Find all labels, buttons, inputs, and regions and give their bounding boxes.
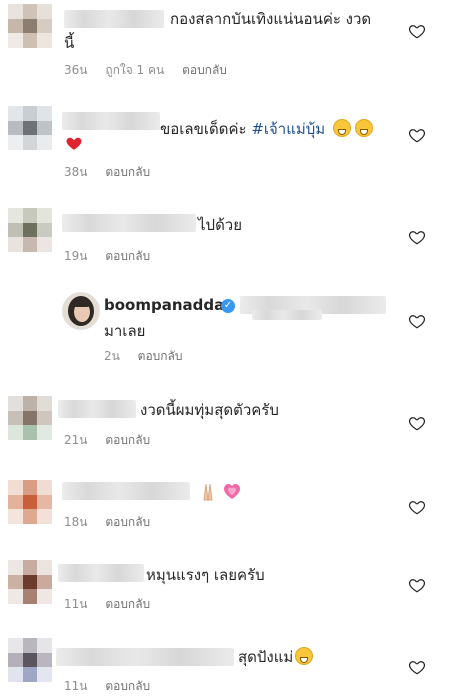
comment-6: 18น ตอบกลับ xyxy=(0,474,450,544)
comment-1: กองสลากบันเทิงแน่นอนค่ะ งวด นี้ 36น ถูกใ… xyxy=(0,0,450,96)
comment-7: หมุนแรงๆ เลยครับ 11น ตอบกลับ xyxy=(0,554,450,630)
heart-icon[interactable] xyxy=(408,658,426,676)
comment-text: กองสลากบันเทิงแน่นอนค่ะ งวด xyxy=(170,10,372,28)
comment-text: ไปด้วย xyxy=(198,216,243,234)
blurred-username[interactable] xyxy=(62,482,190,500)
comment-text: ขอเลขเด็ดค่ะ #เจ้าแม่บุ้ม xyxy=(160,118,374,140)
grinning-face-emoji xyxy=(333,119,352,137)
blurred-mention[interactable] xyxy=(252,310,322,320)
avatar[interactable] xyxy=(8,106,52,150)
reply-button[interactable]: ตอบกลับ xyxy=(105,679,150,693)
blurred-username[interactable] xyxy=(58,564,144,582)
heart-icon[interactable] xyxy=(408,498,426,516)
comment-time: 36น xyxy=(64,63,88,77)
comment-meta: 36น ถูกใจ 1 คน ตอบกลับ xyxy=(64,62,241,78)
reply-button[interactable]: ตอบกลับ xyxy=(138,349,183,363)
blurred-username[interactable] xyxy=(58,400,136,418)
comment-8: สุดปังแม่ 11น ตอบกลับ xyxy=(0,636,450,696)
avatar[interactable] xyxy=(8,396,52,440)
heart-icon[interactable] xyxy=(408,576,426,594)
avatar[interactable] xyxy=(8,480,52,524)
comment-text: สุดปังแม่ xyxy=(238,646,314,668)
blurred-username[interactable] xyxy=(64,10,164,28)
red-heart-emoji xyxy=(64,134,84,152)
comment-meta: 21น ตอบกลับ xyxy=(64,432,164,448)
comment-time: 18น xyxy=(64,515,88,529)
username-link[interactable]: boompanadda xyxy=(104,296,224,314)
comment-meta: 2น ตอบกลับ xyxy=(104,348,197,364)
reply-button[interactable]: ตอบกลับ xyxy=(105,433,150,447)
reply-button[interactable]: ตอบกลับ xyxy=(105,597,150,611)
heart-icon[interactable] xyxy=(408,126,426,144)
blurred-username[interactable] xyxy=(62,112,160,130)
comment-text-line2: นี้ xyxy=(64,34,75,52)
verified-badge-icon: ✓ xyxy=(221,299,235,313)
heart-icon[interactable] xyxy=(408,312,426,330)
comment-2: ขอเลขเด็ดค่ะ #เจ้าแม่บุ้ม 38น ตอบกลับ xyxy=(0,100,450,196)
comment-text: งวดนี้ผมทุ่มสุดตัวครับ xyxy=(140,401,279,419)
comment-time: 11น xyxy=(64,597,88,611)
comment-meta: 19น ตอบกลับ xyxy=(64,248,164,264)
comment-5: งวดนี้ผมทุ่มสุดตัวครับ 21น ตอบกลับ xyxy=(0,390,450,470)
grinning-face-emoji xyxy=(355,119,374,137)
reply-button[interactable]: ตอบกลับ xyxy=(105,249,150,263)
comment-4-reply: boompanadda ✓ มาเลย 2น ตอบกลับ xyxy=(0,288,450,370)
avatar[interactable] xyxy=(8,638,52,682)
comment-text: มาเลย xyxy=(104,322,146,340)
heart-icon[interactable] xyxy=(408,228,426,246)
comment-time: 19น xyxy=(64,249,88,263)
comment-time: 21น xyxy=(64,433,88,447)
comment-time: 38น xyxy=(64,165,88,179)
comment-body: สุดปังแม่ xyxy=(238,648,294,666)
heart-icon[interactable] xyxy=(408,22,426,40)
avatar[interactable] xyxy=(62,292,100,330)
reply-button[interactable]: ตอบกลับ xyxy=(182,63,227,77)
comment-meta: 11น ตอบกลับ xyxy=(64,678,164,694)
hashtag-link[interactable]: #เจ้าแม่บุ้ม xyxy=(251,120,325,138)
avatar[interactable] xyxy=(8,560,52,604)
avatar[interactable] xyxy=(8,4,52,48)
grinning-face-emoji xyxy=(295,647,314,665)
comment-meta: 18น ตอบกลับ xyxy=(64,514,164,530)
comment-time: 11น xyxy=(64,679,88,693)
comment-body: ขอเลขเด็ดค่ะ xyxy=(160,120,252,138)
comment-emoji xyxy=(196,480,246,502)
comment-meta: 38น ตอบกลับ xyxy=(64,164,164,180)
comment-3: ไปด้วย 19น ตอบกลับ xyxy=(0,202,450,278)
reply-button[interactable]: ตอบกลับ xyxy=(105,515,150,529)
like-count[interactable]: ถูกใจ 1 คน xyxy=(105,63,164,77)
reply-button[interactable]: ตอบกลับ xyxy=(105,165,150,179)
comment-text: หมุนแรงๆ เลยครับ xyxy=(146,566,265,584)
heart-icon[interactable] xyxy=(408,414,426,432)
blurred-username[interactable] xyxy=(62,214,196,232)
comment-time: 2น xyxy=(104,349,120,363)
comment-meta: 11น ตอบกลับ xyxy=(64,596,164,612)
blurred-username[interactable] xyxy=(56,648,234,666)
avatar[interactable] xyxy=(8,208,52,252)
